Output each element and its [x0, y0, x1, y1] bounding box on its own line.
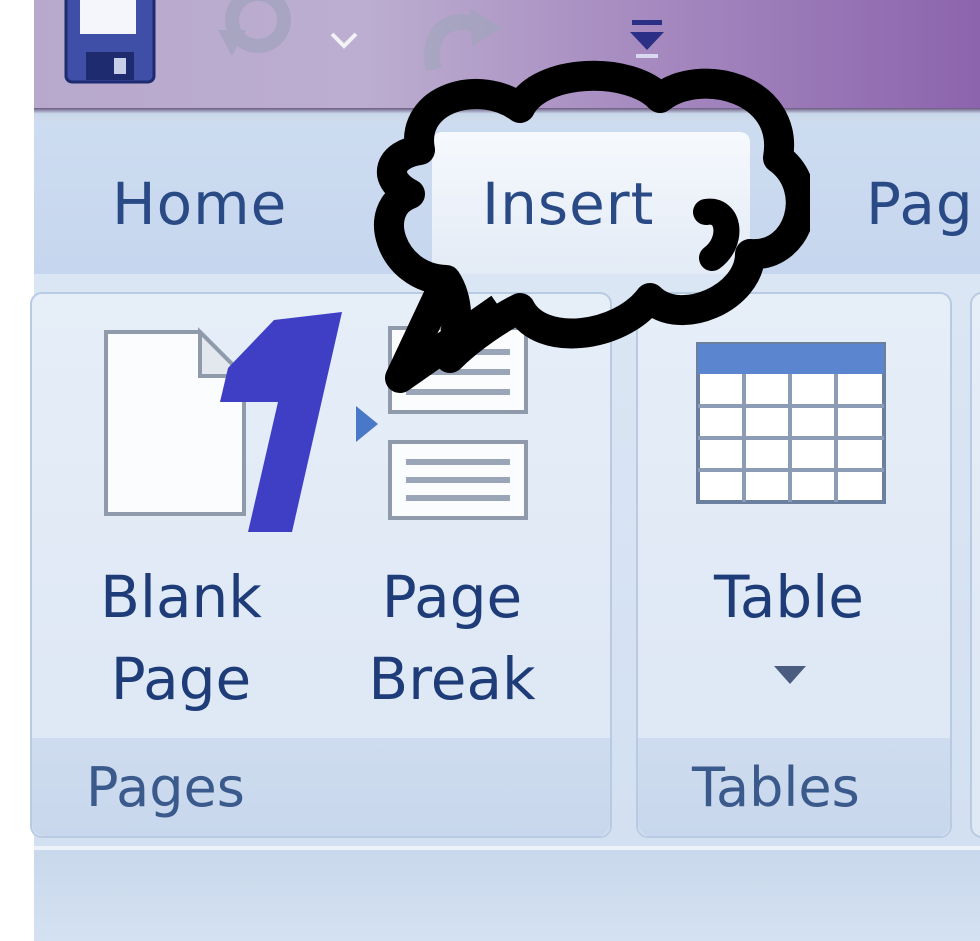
table-label[interactable]: Table: [694, 556, 884, 638]
group-next: [970, 292, 980, 838]
chevron-down-icon[interactable]: [326, 26, 362, 54]
save-icon[interactable]: [64, 0, 156, 84]
callout-bubble-annotation: [374, 60, 810, 393]
page-break-label-line2[interactable]: Break: [352, 638, 552, 720]
group-tables-label: Tables: [692, 756, 860, 819]
blank-page-label-line2[interactable]: Page: [86, 638, 276, 720]
tab-page-layout[interactable]: Pag: [866, 170, 974, 238]
tab-home[interactable]: Home: [112, 170, 287, 238]
window-edge: [0, 0, 34, 941]
undo-icon[interactable]: [212, 0, 296, 60]
ribbon-screenshot: Home Insert Pag Blank Page Page Break Ta…: [0, 0, 980, 941]
customize-toolbar-icon[interactable]: [624, 16, 670, 64]
blank-page-label-line1[interactable]: Blank: [86, 556, 276, 638]
group-pages-label: Pages: [86, 756, 245, 819]
document-area-edge: [34, 850, 980, 941]
page-break-label-line1[interactable]: Page: [352, 556, 552, 638]
chevron-down-icon[interactable]: [772, 664, 808, 686]
step-number-annotation: [220, 312, 342, 532]
